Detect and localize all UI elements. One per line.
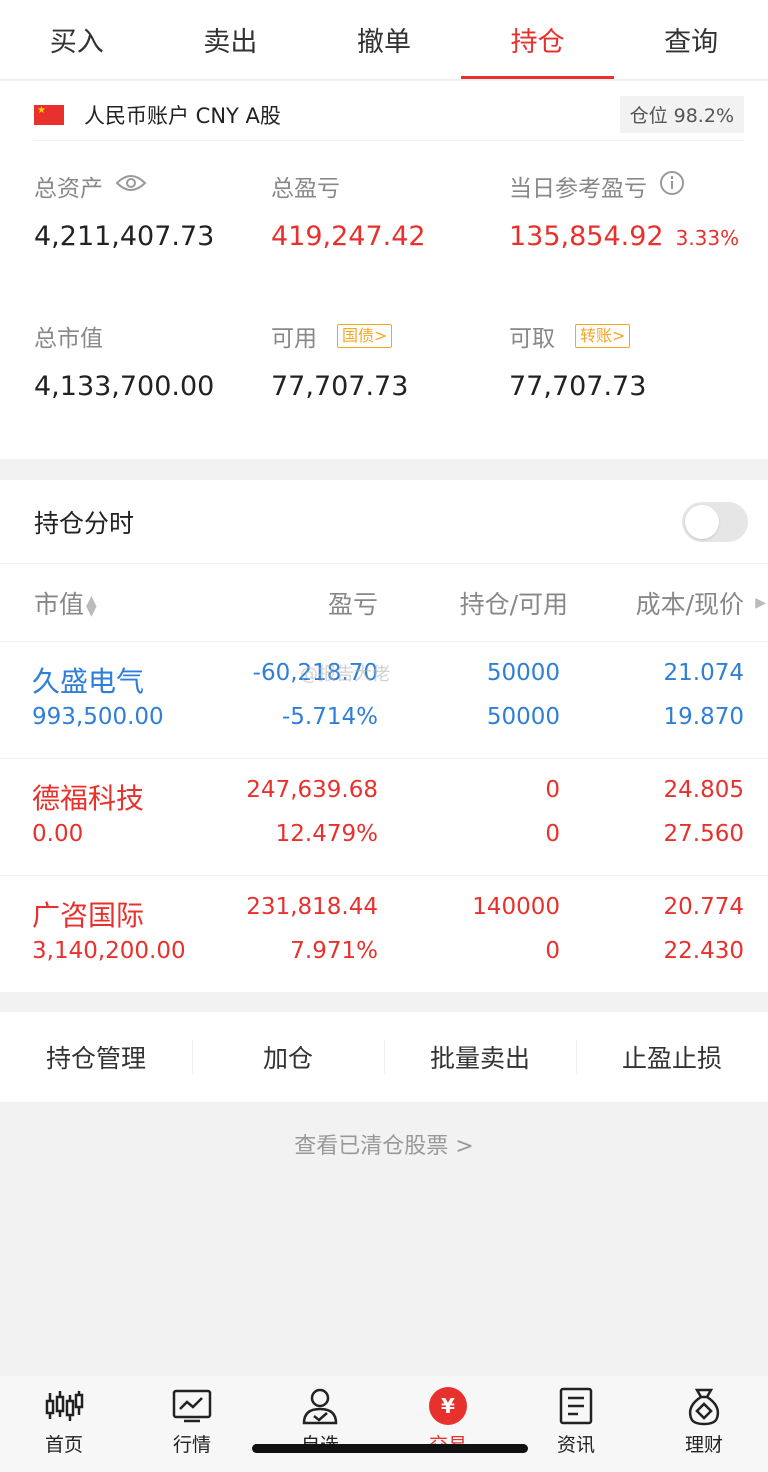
eye-icon[interactable] xyxy=(115,173,147,199)
yuan-icon: ¥ xyxy=(428,1386,468,1426)
treasury-bond-link[interactable]: 国债> xyxy=(337,324,393,348)
total-assets-label: 总资产 xyxy=(34,176,103,202)
take-profit-stop-loss-button[interactable]: 止盈止损 xyxy=(576,1039,768,1075)
table-row[interactable]: 广咨国际 3,140,200.00 231,818.44 7.971% 1400… xyxy=(0,876,768,993)
total-pl-label: 总盈亏 xyxy=(271,176,340,202)
watermark: @报告大佬 xyxy=(300,664,390,685)
nav-watchlist[interactable]: 自选 xyxy=(256,1376,384,1472)
account-summary: 人民币账户 CNY A股 仓位 98.2% 总资产 4,211,407.73 总… xyxy=(0,81,768,459)
stock-cost: 20.774 xyxy=(663,894,744,920)
add-position-button[interactable]: 加仓 xyxy=(192,1039,384,1075)
market-value-value: 4,133,700.00 xyxy=(34,371,215,402)
home-indicator xyxy=(252,1444,528,1453)
stock-qty: 50000 xyxy=(486,660,560,686)
stock-available: 0 xyxy=(545,821,560,847)
nav-trade[interactable]: ¥ 交易 xyxy=(384,1376,512,1472)
tab-buy[interactable]: 买入 xyxy=(0,0,154,79)
withdrawable-value: 77,707.73 xyxy=(509,371,647,402)
stock-pl: 247,639.68 xyxy=(246,777,378,803)
daily-pl-pct: 3.33% xyxy=(675,226,740,250)
account-name: 人民币账户 CNY A股 xyxy=(84,103,281,128)
holdings-section: 持仓分时 市值 ▲ ▼ 盈亏 持仓/可用 成本/现价 ▶ 久盛电气 993,500.… xyxy=(0,480,768,992)
column-pl[interactable]: 盈亏 xyxy=(328,585,378,621)
withdrawable-label: 可取 xyxy=(509,326,555,352)
china-flag-icon xyxy=(34,104,64,125)
column-qty[interactable]: 持仓/可用 xyxy=(460,585,568,621)
nav-market[interactable]: 行情 xyxy=(128,1376,256,1472)
nav-wealth-label: 理财 xyxy=(684,1434,723,1456)
stock-price: 27.560 xyxy=(663,821,744,847)
tab-sell[interactable]: 卖出 xyxy=(154,0,308,79)
tab-cancel[interactable]: 撤单 xyxy=(307,0,461,79)
transfer-link[interactable]: 转账> xyxy=(575,324,631,348)
stock-pl-pct: 12.479% xyxy=(275,821,378,847)
holdings-title: 持仓分时 xyxy=(34,508,135,538)
market-value-label: 总市值 xyxy=(34,326,103,352)
stock-market-value: 993,500.00 xyxy=(32,704,164,730)
nav-market-label: 行情 xyxy=(172,1434,211,1456)
stock-qty: 140000 xyxy=(472,894,560,920)
position-ratio-badge: 仓位 98.2% xyxy=(619,96,744,133)
manage-holdings-button[interactable]: 持仓管理 xyxy=(0,1039,192,1075)
stock-available: 50000 xyxy=(486,704,560,730)
stock-name: 久盛电气 xyxy=(32,665,145,698)
money-bag-icon xyxy=(684,1386,724,1426)
info-icon[interactable] xyxy=(659,170,685,202)
nav-news[interactable]: 资讯 xyxy=(512,1376,640,1472)
stock-pl-pct: -5.714% xyxy=(282,704,378,730)
nav-news-label: 资讯 xyxy=(556,1434,595,1456)
nav-wealth[interactable]: 理财 xyxy=(640,1376,768,1472)
chart-icon xyxy=(172,1386,212,1426)
candlestick-icon xyxy=(44,1386,84,1426)
view-cleared-stocks-link[interactable]: 查看已清仓股票 > xyxy=(0,1128,768,1160)
total-pl-value: 419,247.42 xyxy=(271,221,426,252)
metric-daily-pl: 当日参考盈亏 135,854.92 3.33% xyxy=(509,169,759,252)
total-assets-value: 4,211,407.73 xyxy=(34,221,215,252)
batch-sell-button[interactable]: 批量卖出 xyxy=(384,1039,576,1075)
daily-pl-value: 135,854.92 xyxy=(509,221,664,252)
stock-market-value: 3,140,200.00 xyxy=(32,938,186,964)
table-row[interactable]: 德福科技 0.00 247,639.68 12.479% 0 0 24.805 … xyxy=(0,759,768,876)
stock-cost: 24.805 xyxy=(663,777,744,803)
top-tabs: 买入 卖出 撤单 持仓 查询 xyxy=(0,0,768,80)
stock-name: 德福科技 xyxy=(32,782,145,815)
metric-total-pl: 总盈亏 419,247.42 xyxy=(271,169,507,252)
stock-available: 0 xyxy=(545,938,560,964)
nav-home[interactable]: 首页 xyxy=(0,1376,128,1472)
stock-pl: 231,818.44 xyxy=(246,894,378,920)
stock-qty: 0 xyxy=(545,777,560,803)
daily-pl-label: 当日参考盈亏 xyxy=(509,176,647,202)
stock-market-value: 0.00 xyxy=(32,821,84,847)
stock-price: 22.430 xyxy=(663,938,744,964)
column-market-value-label: 市值 xyxy=(34,589,85,619)
stock-price: 19.870 xyxy=(663,704,744,730)
stock-pl-pct: 7.971% xyxy=(290,938,378,964)
metric-available: 可用 国债> 77,707.73 xyxy=(271,319,507,402)
intraday-toggle[interactable] xyxy=(682,501,748,542)
column-price[interactable]: 成本/现价 xyxy=(636,585,744,621)
svg-text:¥: ¥ xyxy=(441,1394,455,1418)
metric-total-assets: 总资产 4,211,407.73 xyxy=(34,169,270,252)
bottom-nav: 首页 行情 自选 ¥ 交易 资讯 理财 xyxy=(0,1376,768,1472)
stock-name: 广咨国际 xyxy=(32,899,145,932)
sort-icon: ▲ ▼ xyxy=(86,592,97,619)
account-row[interactable]: 人民币账户 CNY A股 仓位 98.2% xyxy=(34,89,744,141)
available-value: 77,707.73 xyxy=(271,371,409,402)
user-check-icon xyxy=(300,1386,340,1426)
holdings-action-bar: 持仓管理 加仓 批量卖出 止盈止损 xyxy=(0,1012,768,1102)
document-icon xyxy=(556,1386,596,1426)
holdings-header: 持仓分时 xyxy=(0,480,768,564)
tab-query[interactable]: 查询 xyxy=(614,0,768,79)
metric-withdrawable: 可取 转账> 77,707.73 xyxy=(509,319,745,402)
metric-market-value: 总市值 4,133,700.00 xyxy=(34,319,270,402)
available-label: 可用 xyxy=(271,326,317,352)
stock-cost: 21.074 xyxy=(663,660,744,686)
column-market-value[interactable]: 市值 ▲ ▼ xyxy=(34,585,97,621)
nav-home-label: 首页 xyxy=(44,1434,83,1456)
table-row[interactable]: 久盛电气 993,500.00 -60,218.70 -5.714% 50000… xyxy=(0,642,768,759)
holdings-column-header: 市值 ▲ ▼ 盈亏 持仓/可用 成本/现价 ▶ xyxy=(0,564,768,642)
tab-holdings[interactable]: 持仓 xyxy=(460,0,615,79)
scroll-right-icon[interactable]: ▶ xyxy=(755,595,766,611)
